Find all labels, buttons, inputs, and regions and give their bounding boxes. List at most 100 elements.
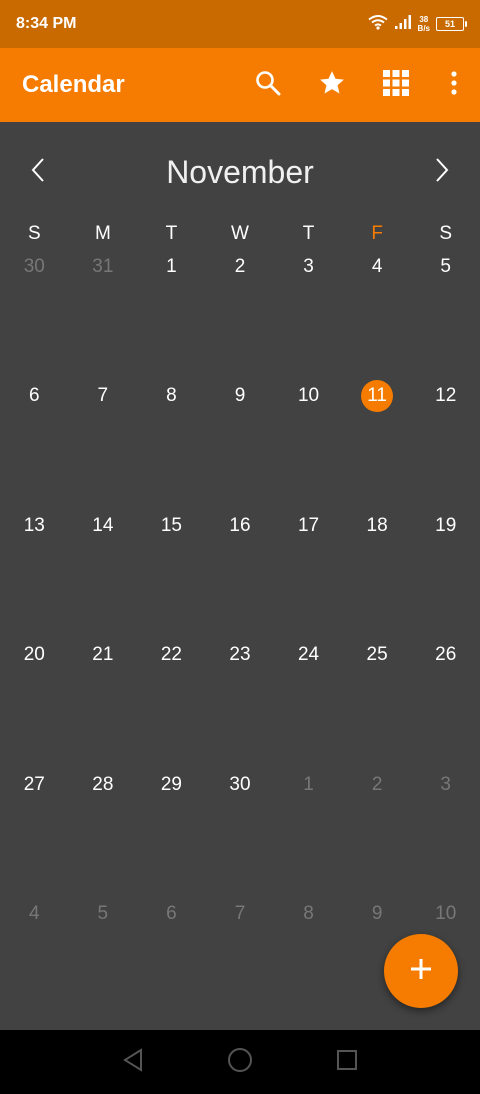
battery-level: 51 — [444, 19, 455, 29]
day-number: 3 — [440, 773, 451, 795]
day-cell-other-month[interactable]: 7 — [206, 897, 275, 1026]
day-number: 2 — [371, 773, 383, 795]
day-cell-other-month[interactable]: 5 — [69, 897, 138, 1026]
day-cell[interactable]: 13 — [0, 509, 69, 638]
status-bar: 8:34 PM 38 B/s 51 — [0, 0, 480, 48]
search-icon — [255, 70, 281, 101]
signal-icon — [394, 14, 412, 35]
recents-icon — [336, 1049, 358, 1076]
day-cell-other-month[interactable]: 3 — [411, 768, 480, 897]
day-cell[interactable]: 19 — [411, 509, 480, 638]
day-number: 1 — [166, 256, 177, 277]
add-event-button[interactable] — [384, 934, 458, 1008]
recents-button[interactable] — [327, 1042, 367, 1082]
day-number: 16 — [229, 514, 251, 536]
chevron-left-icon — [30, 157, 46, 188]
weekday-label: S — [27, 223, 41, 244]
day-cell[interactable]: 25 — [343, 638, 412, 767]
day-cell-other-month[interactable]: 1 — [274, 768, 343, 897]
day-cell[interactable]: 1 — [137, 250, 206, 379]
search-button[interactable] — [236, 57, 300, 113]
day-cell[interactable]: 12 — [411, 379, 480, 508]
day-number: 19 — [435, 514, 457, 536]
month-view-button[interactable] — [364, 57, 428, 113]
day-cell[interactable]: 14 — [69, 509, 138, 638]
day-cell[interactable]: 7 — [69, 379, 138, 508]
home-button[interactable] — [220, 1042, 260, 1082]
day-number: 4 — [28, 902, 40, 924]
day-cell[interactable]: 4 — [343, 250, 412, 379]
day-cell-other-month[interactable]: 8 — [274, 897, 343, 1026]
weekday-label: W — [231, 223, 249, 244]
day-number: 8 — [303, 902, 314, 924]
day-cell[interactable]: 21 — [69, 638, 138, 767]
day-cell-other-month[interactable]: 30 — [0, 250, 69, 379]
plus-icon — [410, 958, 432, 985]
weekday-header: SMTWTFS — [0, 220, 480, 248]
day-number: 13 — [23, 514, 45, 536]
day-cell[interactable]: 24 — [274, 638, 343, 767]
day-number: 28 — [92, 773, 114, 795]
calendar-grid: 30 31 1 2 3 4 5 6 7 8 9 10 11 12 13 14 15 16 17 18 19 20 21 22 2… — [0, 250, 480, 1026]
day-number: 7 — [97, 385, 109, 407]
weekday-label: F — [371, 223, 383, 244]
day-number: 17 — [297, 514, 320, 536]
day-cell-other-month[interactable]: 6 — [137, 897, 206, 1026]
day-number: 31 — [92, 256, 114, 277]
weekday-label: S — [439, 223, 453, 244]
day-cell[interactable]: 27 — [0, 768, 69, 897]
day-cell[interactable]: 15 — [137, 509, 206, 638]
day-cell[interactable]: 30 — [206, 768, 275, 897]
favorites-button[interactable] — [300, 57, 364, 113]
day-number: 10 — [297, 385, 320, 407]
day-cell-other-month[interactable]: 4 — [0, 897, 69, 1026]
previous-month-button[interactable] — [16, 150, 60, 194]
day-cell[interactable]: 29 — [137, 768, 206, 897]
status-indicators: 38 B/s 51 — [367, 14, 467, 35]
day-number: 25 — [366, 644, 388, 666]
more-options-button[interactable] — [428, 57, 458, 113]
day-number: 27 — [23, 773, 45, 795]
day-cell[interactable]: 26 — [411, 638, 480, 767]
day-number: 4 — [371, 256, 383, 277]
day-cell[interactable]: 20 — [0, 638, 69, 767]
day-number: 18 — [366, 514, 388, 536]
day-cell[interactable]: 17 — [274, 509, 343, 638]
day-cell[interactable]: 18 — [343, 509, 412, 638]
day-cell[interactable]: 3 — [274, 250, 343, 379]
month-header: November — [0, 122, 480, 222]
back-icon — [121, 1047, 145, 1077]
day-cell[interactable]: 28 — [69, 768, 138, 897]
day-cell-today[interactable]: 11 — [343, 379, 412, 508]
weekday-label: M — [94, 223, 111, 244]
more-vert-icon — [450, 70, 458, 100]
net-speed: 38 B/s — [418, 15, 430, 33]
day-number: 2 — [234, 256, 246, 277]
day-cell[interactable]: 5 — [411, 250, 480, 379]
app-bar-actions — [236, 57, 458, 113]
day-cell[interactable]: 6 — [0, 379, 69, 508]
app-title: Calendar — [22, 71, 125, 98]
day-cell[interactable]: 2 — [206, 250, 275, 379]
day-number: 15 — [160, 514, 182, 536]
day-cell[interactable]: 8 — [137, 379, 206, 508]
day-number: 30 — [229, 773, 251, 795]
day-cell-other-month[interactable]: 31 — [69, 250, 138, 379]
day-number: 26 — [435, 644, 457, 666]
day-cell[interactable]: 9 — [206, 379, 275, 508]
day-number: 12 — [435, 385, 457, 407]
day-cell[interactable]: 16 — [206, 509, 275, 638]
day-cell-other-month[interactable]: 2 — [343, 768, 412, 897]
day-number: 6 — [166, 902, 177, 924]
back-button[interactable] — [113, 1042, 153, 1082]
day-number: 21 — [92, 644, 114, 666]
day-number: 20 — [23, 644, 45, 666]
day-number: 23 — [229, 644, 251, 666]
star-icon — [318, 69, 346, 102]
day-number: 6 — [28, 385, 40, 407]
next-month-button[interactable] — [420, 150, 464, 194]
day-cell[interactable]: 22 — [137, 638, 206, 767]
day-number: 24 — [297, 644, 320, 666]
day-cell[interactable]: 10 — [274, 379, 343, 508]
day-cell[interactable]: 23 — [206, 638, 275, 767]
